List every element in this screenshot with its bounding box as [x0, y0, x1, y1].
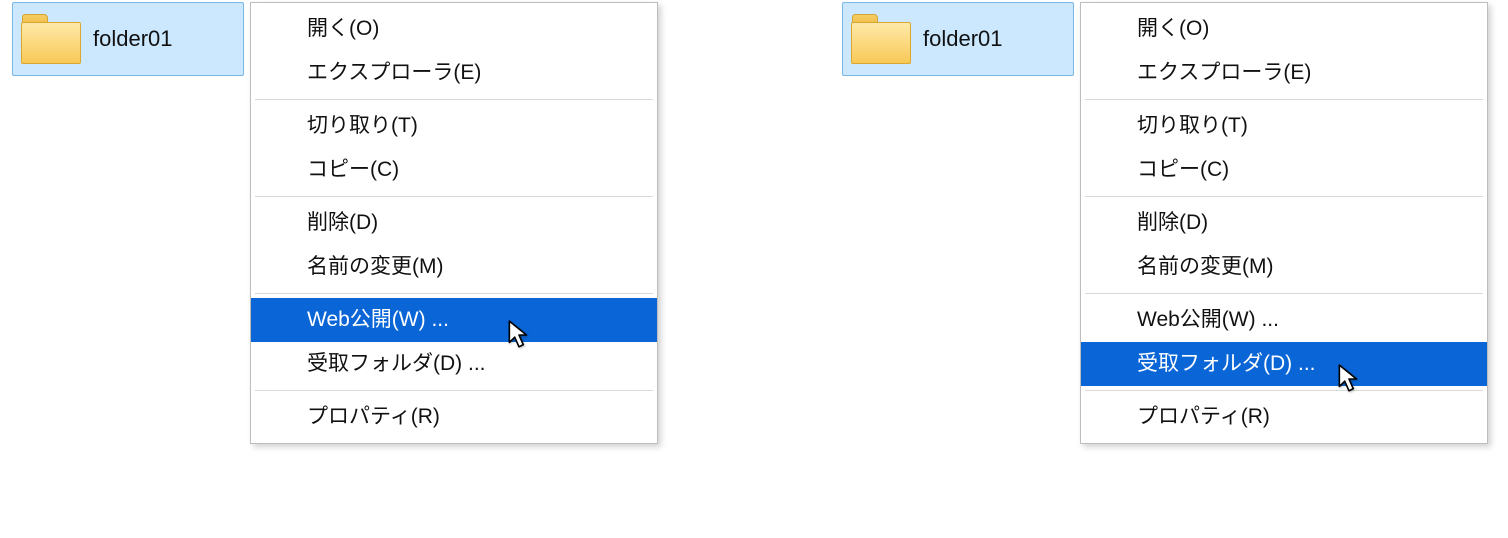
menu-separator: [255, 196, 653, 197]
folder-icon: [851, 14, 911, 64]
menu-item-open[interactable]: 開く(O): [1081, 7, 1487, 51]
menu-item-cut[interactable]: 切り取り(T): [1081, 104, 1487, 148]
menu-item-cut[interactable]: 切り取り(T): [251, 104, 657, 148]
menu-item-rename[interactable]: 名前の変更(M): [251, 245, 657, 289]
context-menu: 開く(O)エクスプローラ(E) 切り取り(T)コピー(C) 削除(D)名前の変更(M…: [1080, 2, 1488, 444]
menu-separator: [1085, 196, 1483, 197]
menu-item-copy[interactable]: コピー(C): [1081, 148, 1487, 192]
menu-item-receive-folder[interactable]: 受取フォルダ(D) ...: [1081, 342, 1487, 386]
menu-item-receive-folder[interactable]: 受取フォルダ(D) ...: [251, 342, 657, 386]
menu-item-web-publish[interactable]: Web公開(W) ...: [251, 298, 657, 342]
menu-item-properties[interactable]: プロパティ(R): [1081, 395, 1487, 439]
menu-separator: [1085, 293, 1483, 294]
folder-label: folder01: [93, 26, 173, 52]
folder-item[interactable]: folder01: [842, 2, 1074, 76]
menu-item-rename[interactable]: 名前の変更(M): [1081, 245, 1487, 289]
menu-separator: [255, 99, 653, 100]
folder-icon: [21, 14, 81, 64]
context-menu: 開く(O)エクスプローラ(E) 切り取り(T)コピー(C) 削除(D)名前の変更(M…: [250, 2, 658, 444]
menu-item-properties[interactable]: プロパティ(R): [251, 395, 657, 439]
menu-item-explorer[interactable]: エクスプローラ(E): [1081, 51, 1487, 95]
menu-item-delete[interactable]: 削除(D): [251, 201, 657, 245]
folder-item[interactable]: folder01: [12, 2, 244, 76]
menu-separator: [255, 293, 653, 294]
menu-item-delete[interactable]: 削除(D): [1081, 201, 1487, 245]
menu-item-web-publish[interactable]: Web公開(W) ...: [1081, 298, 1487, 342]
folder-label: folder01: [923, 26, 1003, 52]
menu-item-copy[interactable]: コピー(C): [251, 148, 657, 192]
menu-separator: [1085, 390, 1483, 391]
menu-separator: [255, 390, 653, 391]
menu-separator: [1085, 99, 1483, 100]
menu-item-explorer[interactable]: エクスプローラ(E): [251, 51, 657, 95]
menu-item-open[interactable]: 開く(O): [251, 7, 657, 51]
